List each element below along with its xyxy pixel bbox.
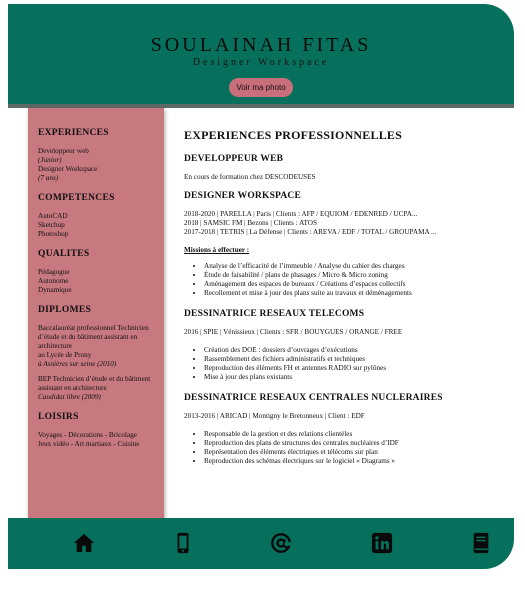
sidebar-line: Voyages - Décorations - Bricolage [38,431,137,439]
job-line: 2018-2020 | PARELLA | Paris | Clients : … [184,210,418,218]
job-title: DEVELOPPEUR WEB [184,154,284,164]
job-title: DESSINATRICE RESEAUX CENTRALES NUCLERAIR… [184,393,443,403]
sidebar-section-competences: COMPETENCES AutoCAD Sketchup Photoshop [38,193,164,239]
missions-label: Missions à effectuer : [184,246,250,254]
book-icon[interactable] [470,532,492,554]
job-line: 2016 | SPIE | Vénissieux | Clients : SFR… [184,328,403,336]
sidebar-line: AutoCAD [38,212,68,220]
sidebar-line: à Asnières sur seine (2010) [38,360,117,368]
sidebar-line: Jeux vidéo - Art martiaux - Cuisine [38,440,140,448]
sidebar-line: au Lycée de Prony [38,351,92,359]
sidebar-title: EXPERIENCES [38,128,109,138]
list-item: Reproduction des schémas électriques sur… [204,457,502,466]
job-line: 2018 | SAMSIC FM | Bezons | Clients : AT… [184,219,317,227]
list-item: Création des DOE : dossiers d’ouvrages d… [204,346,502,355]
sidebar-line: Autonome [38,277,69,285]
job-details: 2018-2020 | PARELLA | Paris | Clients : … [184,210,502,237]
list-item: Recollement et mise à jour des plans sui… [204,289,502,298]
sidebar: EXPERIENCES Developpeur web (Junior) Des… [28,108,164,519]
sidebar-section-experiences: EXPERIENCES Developpeur web (Junior) Des… [38,128,164,183]
home-icon[interactable] [73,532,95,554]
sidebar-section-loisirs: LOISIRS Voyages - Décorations - Bricolag… [38,412,164,449]
sidebar-section-diplomes: DIPLOMES Baccalauréat professionnel Tech… [38,305,164,402]
sidebar-section-qualites: QUALITES Pédagogue Autonome Dynamique [38,249,164,295]
list-item: Étude de faisabilité / plans de phasages… [204,271,502,280]
page-title: SOULAINAH FITAS [150,34,372,56]
sidebar-title: QUALITES [38,249,90,259]
sidebar-line: assistant en architecture [38,384,107,392]
sidebar-title: LOISIRS [38,412,79,422]
sidebar-line: Photoshop [38,230,69,238]
sidebar-line: Sketchup [38,221,65,229]
list-item: Responsable de la gestion et des relatio… [204,430,502,439]
linkedin-icon[interactable] [371,532,393,554]
job-details: 2013-2016 | ARICAD | Montigny le Bretonn… [184,412,502,421]
list-item: Analyse de l’efficacité de l’immeuble / … [204,262,502,271]
sidebar-line: d’étude et du bâtiment assistant en [38,333,138,341]
list-item: Mise à jour des plans existants [204,373,502,382]
list-item: Aménagement des espaces de bureaux / Cré… [204,280,502,289]
main-content: EXPERIENCES PROFESSIONNELLES DEVELOPPEUR… [184,128,502,477]
sidebar-line: Pédagogue [38,268,70,276]
sidebar-line: Designer Workspace [38,165,98,173]
sidebar-title: DIPLOMES [38,305,92,315]
cv-card: SOULAINAH FITAS Designer Workspace Voir … [8,4,514,569]
sidebar-line: architecture [38,342,72,350]
list-item: Reproduction des plans de structures des… [204,439,502,448]
page-subtitle: Designer Workspace [192,57,330,68]
list-item: Reproduction des éléments FH et antennes… [204,364,502,373]
job-title: DESSINATRICE RESEAUX TELECOMS [184,309,365,319]
at-sign-icon[interactable] [270,532,292,554]
job-line: 2017-2018 | TETRIS | La Défense | Client… [184,228,437,236]
job-details: En cours de formation chez DESCODEUSES [184,173,502,182]
header: SOULAINAH FITAS Designer Workspace Voir … [8,4,514,108]
sidebar-line: Developpeur web [38,147,89,155]
sidebar-line: BEP Technicien d’étude et du bâtiment [38,375,151,383]
mission-list: Analyse de l’efficacité de l’immeuble / … [184,262,502,298]
job-details: 2016 | SPIE | Vénissieux | Clients : SFR… [184,328,502,337]
sidebar-title: COMPETENCES [38,193,115,203]
sidebar-line: Dynamique [38,286,72,294]
sidebar-line: (Junior) [38,156,62,164]
view-photo-button[interactable]: Voir ma photo [229,78,293,97]
job-line: En cours de formation chez DESCODEUSES [184,173,316,181]
list-item: Rassemblement des fichiers administratif… [204,355,502,364]
main-title: EXPERIENCES PROFESSIONNELLES [184,128,402,142]
footer [8,518,514,569]
job-title: DESIGNER WORKSPACE [184,191,302,201]
sidebar-line: Candidat libre (2009) [38,393,101,401]
job-line: 2013-2016 | ARICAD | Montigny le Bretonn… [184,412,365,420]
mission-list: Création des DOE : dossiers d’ouvrages d… [184,346,502,382]
mission-list: Responsable de la gestion et des relatio… [184,430,502,466]
mobile-phone-icon[interactable] [172,532,194,554]
list-item: Représentation des éléments électriques … [204,448,502,457]
sidebar-line: (7 ans) [38,174,59,182]
sidebar-line: Baccalauréat professionnel Technicien [38,324,149,332]
